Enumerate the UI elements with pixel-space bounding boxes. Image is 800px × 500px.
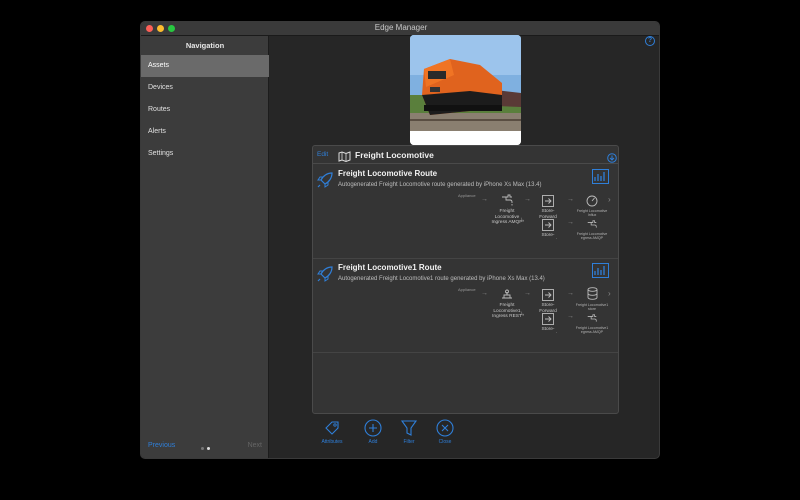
- app-window: Edge Manager Navigation Assets Devices R…: [140, 21, 660, 459]
- ingress-node-label: Freight Locomotive Ingress AMQP: [491, 209, 523, 225]
- route-flow-diagram: → Freight Locomotive1 Ingress REST → Sto…: [313, 287, 618, 353]
- add-label: Add: [368, 439, 378, 445]
- arrow-right-icon: →: [567, 290, 574, 297]
- output-node-label: Freight Locomotive1 egress AMQP: [575, 326, 609, 335]
- arrow-right-icon: →: [524, 196, 531, 203]
- filter-button[interactable]: Filter: [389, 419, 429, 449]
- chevron-right-icon[interactable]: ›: [608, 195, 611, 204]
- branch-arrow-icon: ↳: [520, 312, 526, 318]
- route-card[interactable]: Freight Locomotive1 Route Autogenerated …: [313, 259, 618, 353]
- sidebar: Navigation Assets Devices Routes Alerts …: [141, 36, 269, 458]
- arrow-right-icon: →: [481, 196, 488, 203]
- arrow-right-icon: →: [567, 196, 574, 203]
- ingress-node-label: Freight Locomotive1 Ingress REST: [492, 303, 522, 319]
- close-label: Close: [438, 439, 452, 445]
- attributes-button[interactable]: Attributes: [312, 419, 352, 449]
- sidebar-item-assets[interactable]: Assets: [141, 55, 269, 77]
- arrow-right-icon: →: [524, 290, 531, 297]
- route-subtitle: Autogenerated Freight Locomotive route g…: [338, 182, 542, 188]
- appliance-label: Appliance: [458, 287, 476, 292]
- close-button[interactable]: Close: [425, 419, 465, 449]
- sidebar-title: Navigation: [185, 41, 225, 50]
- edit-button[interactable]: Edit: [317, 151, 328, 158]
- output-node-label: Freight Locomotive egress AMQP: [576, 232, 608, 241]
- arrow-right-icon: →: [481, 290, 488, 297]
- arrow-right-icon: →: [567, 313, 574, 320]
- asset-title: Freight Locomotive: [355, 150, 434, 160]
- asset-detail-panel: Edit Freight Locomotive Freight Locomoti…: [312, 145, 619, 414]
- route-subtitle: Autogenerated Freight Locomotive1 route …: [338, 276, 545, 282]
- branch-arrow-icon: ↳: [520, 218, 526, 224]
- next-button[interactable]: Next: [248, 442, 262, 449]
- pager: Previous Next: [141, 442, 269, 454]
- output-node-label: Freight Locomotive1 store: [575, 303, 609, 312]
- help-icon[interactable]: ?: [645, 36, 655, 46]
- asset-image: [410, 35, 521, 145]
- route-flow-diagram: → Freight Locomotive Ingress AMQP → Stor…: [313, 194, 618, 259]
- route-title: Freight Locomotive1 Route: [338, 263, 442, 272]
- sidebar-item-routes[interactable]: Routes: [141, 99, 269, 121]
- store-node-label: Store-Forward: [539, 327, 557, 333]
- sidebar-item-alerts[interactable]: Alerts: [141, 121, 269, 143]
- sidebar-item-settings[interactable]: Settings: [141, 143, 269, 165]
- output-node-label: Freight Locomotive Influx: [576, 209, 608, 218]
- sidebar-item-devices[interactable]: Devices: [141, 77, 269, 99]
- chart-icon[interactable]: [592, 263, 609, 283]
- arrow-right-icon: →: [567, 219, 574, 226]
- title-bar: Edge Manager: [141, 22, 659, 36]
- page-dot-active[interactable]: [207, 447, 210, 450]
- page-dot[interactable]: [201, 447, 204, 450]
- appliance-label: Appliance: [458, 193, 476, 198]
- filter-label: Filter: [403, 439, 415, 445]
- attributes-label: Attributes: [321, 439, 343, 445]
- previous-button[interactable]: Previous: [148, 442, 175, 449]
- window-title: Edge Manager: [374, 23, 428, 32]
- panel-header: Edit Freight Locomotive: [313, 146, 618, 164]
- rocket-icon: [316, 171, 334, 194]
- chevron-right-icon[interactable]: ›: [608, 289, 611, 298]
- chart-icon[interactable]: [592, 169, 609, 189]
- add-button[interactable]: Add: [353, 419, 393, 449]
- rocket-icon: [316, 265, 334, 288]
- store-node-label: Store-Forward: [539, 233, 557, 239]
- route-title: Freight Locomotive Route: [338, 169, 438, 178]
- route-card[interactable]: Freight Locomotive Route Autogenerated F…: [313, 165, 618, 259]
